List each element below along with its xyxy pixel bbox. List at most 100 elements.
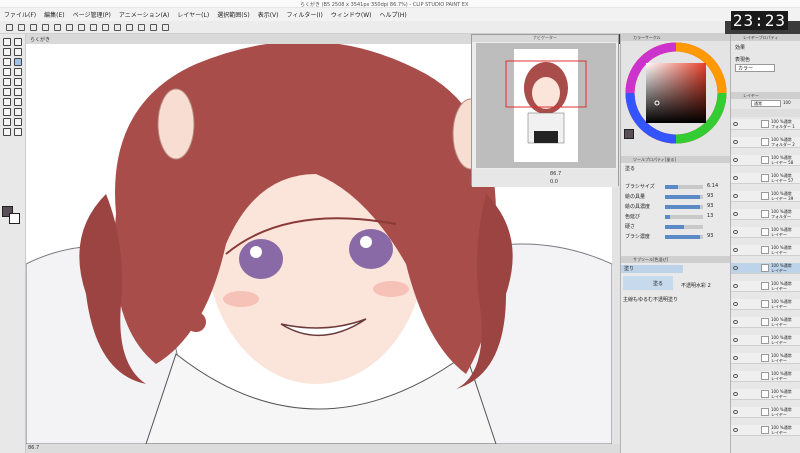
blend-mode-select[interactable]: 通常 bbox=[751, 100, 781, 107]
eye-icon[interactable] bbox=[733, 176, 738, 180]
transform-icon[interactable] bbox=[90, 23, 97, 31]
expression-color-select[interactable]: カラー bbox=[735, 64, 775, 72]
layer-row[interactable]: 100 %通常 レイヤー bbox=[731, 353, 800, 364]
move-tool-icon[interactable] bbox=[14, 38, 22, 46]
sub-tool-item-paint[interactable]: 塗る bbox=[623, 276, 673, 290]
eye-icon[interactable] bbox=[733, 212, 738, 216]
eyedropper-tool-icon[interactable] bbox=[3, 128, 11, 136]
gradient-tool-icon[interactable] bbox=[14, 88, 22, 96]
eye-icon[interactable] bbox=[733, 266, 738, 270]
property-slider[interactable] bbox=[665, 195, 703, 199]
balloon-tool-icon[interactable] bbox=[3, 118, 11, 126]
eye-icon[interactable] bbox=[733, 320, 738, 324]
pencil-tool-icon[interactable] bbox=[3, 68, 11, 76]
property-row-paint-amount[interactable]: 絵の具量 93 bbox=[625, 193, 725, 201]
eye-icon[interactable] bbox=[733, 428, 738, 432]
property-slider[interactable] bbox=[665, 235, 703, 239]
eye-icon[interactable] bbox=[733, 356, 738, 360]
sub-color-swatch[interactable] bbox=[9, 213, 20, 224]
property-row-brush-density[interactable]: ブラシ濃度 93 bbox=[625, 233, 725, 241]
figure-tool-icon[interactable] bbox=[3, 98, 11, 106]
layer-row[interactable]: 100 %通常 レイヤー bbox=[731, 227, 800, 238]
eraser-tool-icon[interactable] bbox=[3, 78, 11, 86]
clear-icon[interactable] bbox=[66, 23, 73, 31]
snap-special-icon[interactable] bbox=[150, 23, 157, 31]
frame-tool-icon[interactable] bbox=[14, 98, 22, 106]
fill-icon[interactable] bbox=[78, 23, 85, 31]
layer-row[interactable]: 100 %通常 レイヤー bbox=[731, 425, 800, 436]
sub-tool-group-tab[interactable]: 塗り bbox=[621, 265, 683, 273]
color-wheel[interactable] bbox=[621, 41, 731, 156]
layer-row[interactable]: 100 %通常 レイヤー bbox=[731, 299, 800, 310]
eye-icon[interactable] bbox=[733, 410, 738, 414]
menu-layer[interactable]: レイヤー(L) bbox=[177, 10, 209, 19]
lasso-tool-icon[interactable] bbox=[14, 48, 22, 56]
eye-icon[interactable] bbox=[733, 230, 738, 234]
property-row-brush-size[interactable]: ブラシサイズ 6.14 bbox=[625, 183, 725, 191]
property-row-color-stretch[interactable]: 色延び 13 bbox=[625, 213, 725, 221]
property-slider[interactable] bbox=[665, 215, 703, 219]
property-row-hardness[interactable]: 硬さ bbox=[625, 223, 725, 231]
layer-row[interactable]: 100 %通常 レイヤー bbox=[731, 389, 800, 400]
fill-tool-icon[interactable] bbox=[3, 88, 11, 96]
correction-tool-icon[interactable] bbox=[14, 118, 22, 126]
select-tool-icon[interactable] bbox=[3, 48, 11, 56]
layer-row[interactable]: 100 %通常 フォルダー bbox=[731, 209, 800, 220]
navigator-angle-value[interactable]: 0.0 bbox=[550, 179, 558, 185]
eye-icon[interactable] bbox=[733, 284, 738, 288]
property-slider[interactable] bbox=[665, 225, 703, 229]
menu-view[interactable]: 表示(V) bbox=[258, 10, 279, 19]
layer-opacity-value[interactable]: 100 bbox=[783, 100, 791, 105]
redo-icon[interactable] bbox=[54, 23, 61, 31]
eye-icon[interactable] bbox=[733, 338, 738, 342]
eye-icon[interactable] bbox=[733, 302, 738, 306]
ruler-tool-icon[interactable] bbox=[3, 108, 11, 116]
menu-filter[interactable]: フィルター(I) bbox=[287, 10, 323, 19]
brush-tool-icon[interactable] bbox=[14, 58, 22, 66]
property-value[interactable]: 13 bbox=[707, 213, 713, 219]
snap-ruler-icon[interactable] bbox=[138, 23, 145, 31]
property-slider[interactable] bbox=[665, 185, 703, 189]
layer-row[interactable]: 100 %通常 レイヤー bbox=[731, 281, 800, 292]
layer-row[interactable]: 100 %通常 レイヤー bbox=[731, 317, 800, 328]
layer-row[interactable]: 100 %通常 レイヤー bbox=[731, 371, 800, 382]
canvas-tab[interactable]: らくがき bbox=[30, 36, 50, 43]
eye-icon[interactable] bbox=[733, 374, 738, 378]
deselect-icon[interactable] bbox=[102, 23, 109, 31]
menu-window[interactable]: ウィンドウ(W) bbox=[331, 10, 372, 19]
blend-tool-icon[interactable] bbox=[14, 78, 22, 86]
property-value[interactable]: 6.14 bbox=[707, 183, 718, 189]
airbrush-tool-icon[interactable] bbox=[14, 68, 22, 76]
crop-icon[interactable] bbox=[126, 23, 133, 31]
new-file-icon[interactable] bbox=[6, 23, 13, 31]
menu-file[interactable]: ファイル(F) bbox=[4, 10, 36, 19]
snap-grid-icon[interactable] bbox=[162, 23, 169, 31]
layer-row[interactable]: 100 %通常 レイヤー bbox=[731, 335, 800, 346]
menu-selection[interactable]: 選択範囲(S) bbox=[217, 10, 250, 19]
layer-row[interactable]: 100 %通常 フォルダー 2 bbox=[731, 137, 800, 148]
layer-row[interactable]: 100 %通常 レイヤー bbox=[731, 263, 800, 274]
eye-icon[interactable] bbox=[733, 248, 738, 252]
zoom-tool-icon[interactable] bbox=[3, 38, 11, 46]
current-color-swatch[interactable] bbox=[624, 129, 634, 139]
hand-tool-icon[interactable] bbox=[14, 128, 22, 136]
invert-selection-icon[interactable] bbox=[114, 23, 121, 31]
eye-icon[interactable] bbox=[733, 122, 738, 126]
layer-row[interactable]: 100 %通常 レイヤー 39 bbox=[731, 191, 800, 202]
undo-icon[interactable] bbox=[42, 23, 49, 31]
property-value[interactable]: 93 bbox=[707, 203, 713, 209]
property-row-paint-density[interactable]: 絵の具濃度 93 bbox=[625, 203, 725, 211]
layer-row[interactable]: 100 %通常 レイヤー bbox=[731, 245, 800, 256]
eye-icon[interactable] bbox=[733, 392, 738, 396]
eye-icon[interactable] bbox=[733, 140, 738, 144]
text-tool-icon[interactable] bbox=[14, 108, 22, 116]
open-icon[interactable] bbox=[18, 23, 25, 31]
navigator-zoom-value[interactable]: 86.7 bbox=[550, 171, 561, 177]
property-value[interactable]: 93 bbox=[707, 233, 713, 239]
save-icon[interactable] bbox=[30, 23, 37, 31]
layer-row[interactable]: 100 %通常 レイヤー bbox=[731, 407, 800, 418]
navigator-preview[interactable] bbox=[476, 43, 616, 168]
eye-icon[interactable] bbox=[733, 158, 738, 162]
menu-help[interactable]: ヘルプ(H) bbox=[379, 10, 406, 19]
property-slider[interactable] bbox=[665, 205, 703, 209]
